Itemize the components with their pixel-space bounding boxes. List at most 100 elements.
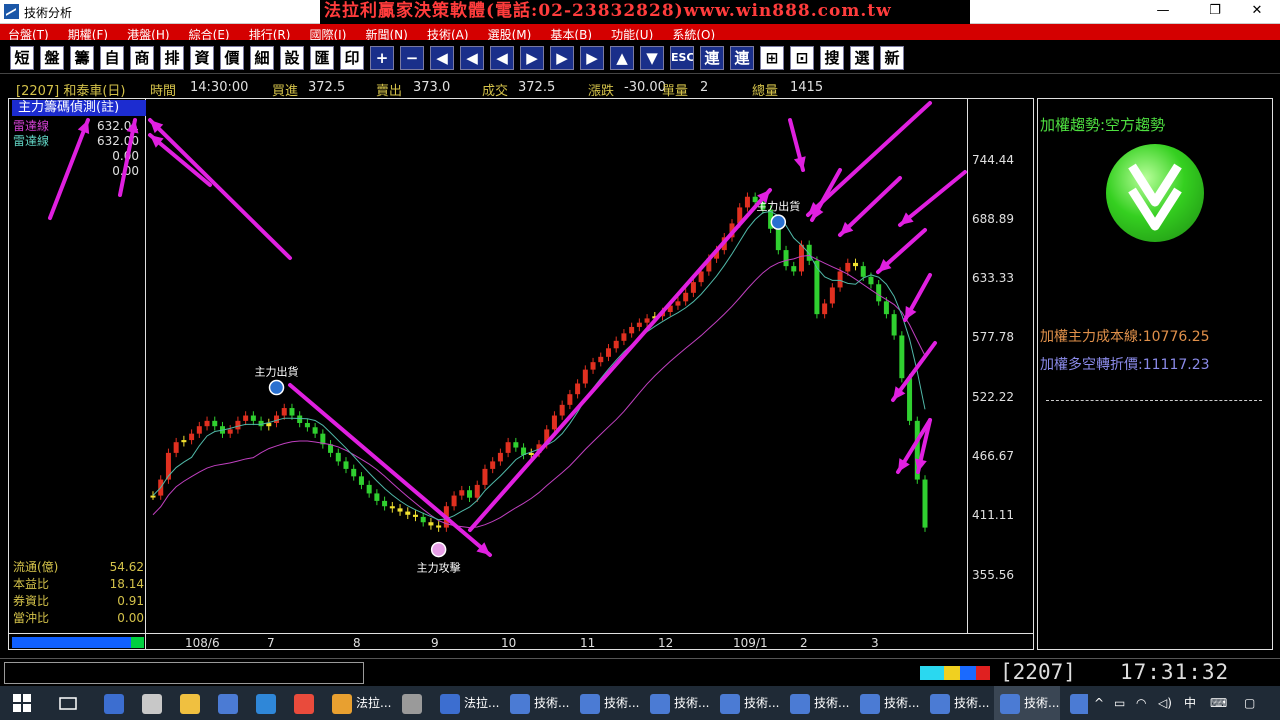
status-input-box[interactable] xyxy=(4,662,364,684)
volume-icon[interactable]: ◁) xyxy=(1158,686,1172,720)
taskbar-app-label: 技術... xyxy=(884,696,920,710)
annotation-arrow xyxy=(806,101,932,217)
taskbar-app-item[interactable]: 技術... xyxy=(504,686,570,720)
candle-body xyxy=(822,303,828,315)
battery-icon[interactable]: ▭ xyxy=(1114,686,1125,720)
candle-body xyxy=(513,442,519,448)
network-icon[interactable]: ◠ xyxy=(1136,686,1146,720)
taskbar-app-item[interactable]: 技術... xyxy=(854,686,920,720)
candle-body xyxy=(806,244,812,261)
app-icon xyxy=(580,693,600,714)
sell-marker-icon xyxy=(268,379,285,396)
status-color-bar xyxy=(920,665,990,680)
candle-body xyxy=(474,484,480,498)
buy-marker-icon xyxy=(430,541,447,558)
ime-indicator[interactable]: 中 xyxy=(1184,686,1196,720)
app-icon xyxy=(1000,693,1020,714)
taskbar-app-item[interactable] xyxy=(98,686,136,720)
candle-body xyxy=(181,440,187,443)
candle-body xyxy=(397,508,403,512)
status-bar: [2207] 17:31:32 xyxy=(0,658,1280,686)
app-icon xyxy=(1070,693,1088,714)
taskbar-app-item[interactable]: 法拉... xyxy=(434,686,500,720)
candle-body xyxy=(382,500,388,507)
app-icon xyxy=(510,693,530,714)
taskbar-app-item[interactable] xyxy=(396,686,434,720)
candle-body xyxy=(876,284,882,302)
candle-body xyxy=(343,461,349,469)
annotation-label: 主力出貨 xyxy=(255,365,299,379)
cost-label: 加權主力成本線: xyxy=(1040,329,1143,345)
status-code: [2207] xyxy=(1000,660,1076,684)
app-icon xyxy=(860,693,880,714)
candle-body xyxy=(366,484,372,494)
candle-body xyxy=(389,506,395,509)
candle-body xyxy=(351,468,357,477)
candle-body xyxy=(644,318,650,323)
taskbar-app-item[interactable]: 技術... xyxy=(574,686,640,720)
status-clock: 17:31:32 xyxy=(1120,660,1230,684)
taskbar-app-label: 技術... xyxy=(674,696,710,710)
annotation-arrow xyxy=(468,188,772,532)
candle-body xyxy=(196,426,202,434)
candle-body xyxy=(420,516,426,523)
candle-body xyxy=(891,314,897,336)
candle-body xyxy=(868,276,874,285)
annotation-arrow xyxy=(288,383,492,557)
candle-body xyxy=(605,348,611,357)
taskbar-app-item[interactable]: 法拉... xyxy=(326,686,392,720)
radar-line-magenta xyxy=(152,254,926,529)
taskbar-app-item[interactable]: 技術... xyxy=(714,686,780,720)
candle-body xyxy=(312,427,318,434)
candle-body xyxy=(150,495,156,498)
app-icon xyxy=(930,693,950,714)
candle-body xyxy=(567,394,573,405)
candle-body xyxy=(173,442,179,453)
candle-body xyxy=(683,292,689,302)
taskbar: 法拉... 法拉... 技術... 技術... 技術... 技術... 技術... 技術...… xyxy=(0,686,1280,720)
candle-body xyxy=(335,452,341,462)
app-icon xyxy=(440,693,460,714)
app-icon xyxy=(332,693,352,714)
taskbar-app-label: 技術... xyxy=(1024,696,1060,710)
taskbar-app-label: 技術... xyxy=(604,696,640,710)
candle-body xyxy=(204,420,210,427)
candle-body xyxy=(227,429,233,434)
candle-body xyxy=(459,490,465,496)
app-icon xyxy=(790,693,810,714)
taskbar-app-label: 法拉... xyxy=(356,696,392,710)
candle-body xyxy=(621,333,627,341)
candle-body xyxy=(428,522,434,526)
taskbar-app-item[interactable]: 技術... xyxy=(1064,686,1088,720)
notification-icon[interactable]: ▢ xyxy=(1244,686,1255,720)
app-icon xyxy=(218,693,238,714)
candle-body xyxy=(590,362,596,370)
app-icon xyxy=(294,693,314,714)
taskbar-app-item[interactable] xyxy=(250,686,288,720)
start-button[interactable] xyxy=(12,686,32,720)
candle-body xyxy=(744,196,750,208)
candle-body xyxy=(860,266,866,277)
candle-body xyxy=(814,260,820,315)
candle-body xyxy=(791,266,797,272)
candle-body xyxy=(289,408,295,416)
candle-body xyxy=(212,420,218,427)
candle-body xyxy=(613,340,619,349)
taskbar-app-item[interactable] xyxy=(174,686,212,720)
taskbar-app-item[interactable]: 技術... xyxy=(784,686,850,720)
taskbar-apps: 法拉... 法拉... 技術... 技術... 技術... 技術... 技術... 技術...… xyxy=(98,686,1088,720)
taskbar-app-item[interactable] xyxy=(288,686,326,720)
task-view-icon[interactable] xyxy=(58,686,78,720)
taskbar-app-item[interactable]: 技術... xyxy=(994,686,1060,720)
taskbar-app-item[interactable]: 技術... xyxy=(924,686,990,720)
taskbar-app-item[interactable]: 技術... xyxy=(644,686,710,720)
candle-body xyxy=(235,420,241,430)
candle-body xyxy=(304,422,310,428)
keyboard-icon[interactable]: ⌨ xyxy=(1210,686,1227,720)
tray-chevron-icon[interactable]: ^ xyxy=(1094,686,1104,720)
app-icon xyxy=(104,693,124,714)
taskbar-app-label: 技術... xyxy=(954,696,990,710)
taskbar-app-item[interactable] xyxy=(136,686,174,720)
taskbar-app-label: 技術... xyxy=(744,696,780,710)
taskbar-app-item[interactable] xyxy=(212,686,250,720)
